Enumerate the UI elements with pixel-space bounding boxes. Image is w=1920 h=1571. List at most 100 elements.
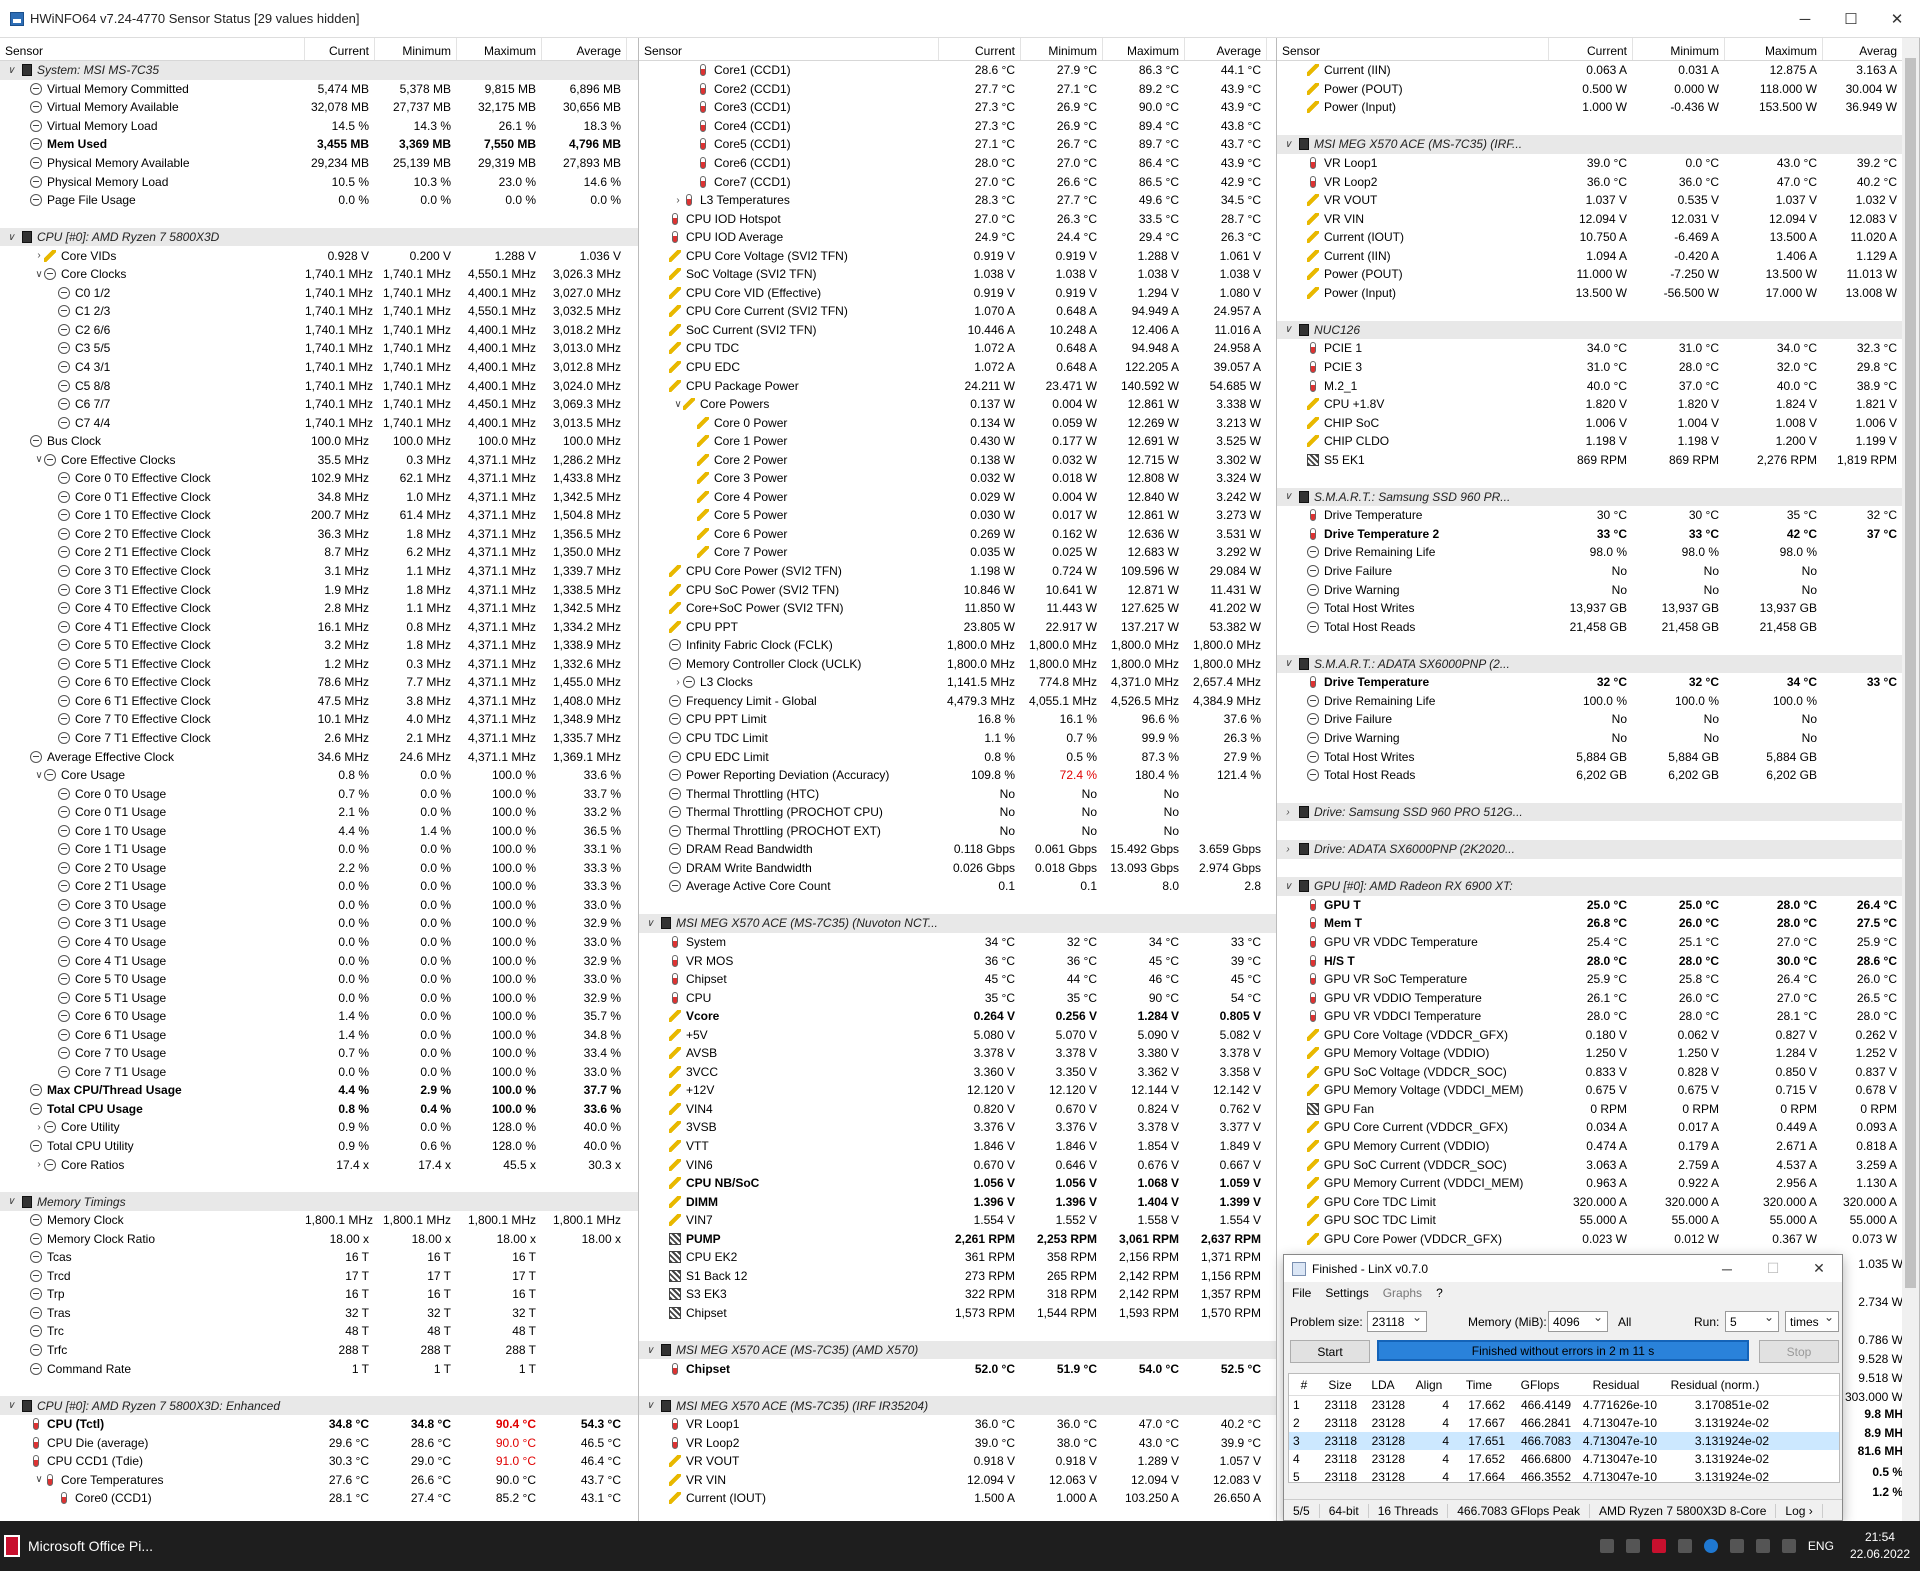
sensor-row-gpu-vr-vddci-temperature[interactable]: GPU VR VDDCI Temperature 28.0 °C 28.0 °C 28…: [1277, 1007, 1919, 1026]
collapse-chevron-icon[interactable]: ∨: [1283, 324, 1293, 335]
collapse-chevron-icon[interactable]: ∨: [645, 1345, 655, 1356]
sensor-row-c4-3-1[interactable]: C4 3/1 1,740.1 MHz 1,740.1 MHz 4,400.1 MHz 3…: [0, 358, 638, 377]
current-column-header[interactable]: Current: [305, 38, 375, 60]
sensor-row-core-ratios[interactable]: › Core Ratios 17.4 x 17.4 x 45.5 x 30.3 x: [0, 1155, 638, 1174]
results-row[interactable]: 4 23118 23128 4 17.652 466.6800 4.713047e-10 3.…: [1289, 1450, 1839, 1468]
sensor-row-cpu-edc-limit[interactable]: CPU EDC Limit 0.8 % 0.5 % 87.3 % 27.9 %: [639, 747, 1276, 766]
linx-close-button[interactable]: ✕: [1796, 1255, 1842, 1282]
sensor-row-l3-temperatures[interactable]: › L3 Temperatures 28.3 °C 27.7 °C 49.6 °C 34.…: [639, 191, 1276, 210]
sensor-row-power-input[interactable]: Power (Input) 13.500 W -56.500 W 17.000 W 13…: [1277, 284, 1919, 303]
sensor-panel-2[interactable]: Sensor Current Minimum Maximum Average C…: [639, 38, 1277, 1521]
collapse-chevron-icon[interactable]: ∨: [645, 1400, 655, 1411]
sensor-row-physical-memory-available[interactable]: Physical Memory Available 29,234 MB 25,139…: [0, 154, 638, 173]
sensor-row-mem-t[interactable]: Mem T 26.8 °C 26.0 °C 28.0 °C 27.5 °C: [1277, 914, 1919, 933]
sensor-row-core-0-t1-effective-clock[interactable]: Core 0 T1 Effective Clock 34.8 MHz 1.0 MHz…: [0, 488, 638, 507]
sensor-row-cpu-core-vid-effective[interactable]: CPU Core VID (Effective) 0.919 V 0.919 V 1.…: [639, 284, 1276, 303]
sensor-row-virtual-memory-load[interactable]: Virtual Memory Load 14.5 % 14.3 % 26.1 % 18.…: [0, 117, 638, 136]
sensor-row-current-iin[interactable]: Current (IIN) 0.063 A 0.031 A 12.875 A 3.163…: [1277, 61, 1919, 80]
memory-select[interactable]: 4096: [1548, 1310, 1608, 1332]
sensor-row-chipset[interactable]: Chipset 1,573 RPM 1,544 RPM 1,593 RPM 1,570 …: [639, 1304, 1276, 1323]
sensor-row-core-3-t0-effective-clock[interactable]: Core 3 T0 Effective Clock 3.1 MHz 1.1 MHz 4…: [0, 562, 638, 581]
expand-chevron-icon[interactable]: ›: [1283, 807, 1293, 818]
collapse-chevron-icon[interactable]: ∨: [6, 1400, 16, 1411]
sensor-row-core-4-t1-usage[interactable]: Core 4 T1 Usage 0.0 % 0.0 % 100.0 % 32.9 %: [0, 951, 638, 970]
sensor-row-cpu-ek2[interactable]: CPU EK2 361 RPM 358 RPM 2,156 RPM 1,371 RPM: [639, 1248, 1276, 1267]
run-count-select[interactable]: 5: [1725, 1310, 1779, 1332]
minimum-column-header[interactable]: Minimum: [1633, 38, 1725, 60]
sensor-row-chipset[interactable]: Chipset 45 °C 44 °C 46 °C 45 °C: [639, 970, 1276, 989]
results-column-header[interactable]: LDA: [1361, 1378, 1409, 1392]
sensor-row-physical-memory-load[interactable]: Physical Memory Load 10.5 % 10.3 % 23.0 % 14…: [0, 172, 638, 191]
sensor-group-header[interactable]: ∨ S.M.A.R.T.: ADATA SX6000PNP (2...: [1277, 654, 1919, 674]
sensor-row-avsb[interactable]: AVSB 3.378 V 3.378 V 3.380 V 3.378 V: [639, 1044, 1276, 1063]
sensor-row-vr-vin[interactable]: VR VIN 12.094 V 12.063 V 12.094 V 12.083 V: [639, 1471, 1276, 1490]
sensor-row-gpu-vr-vddio-temperature[interactable]: GPU VR VDDIO Temperature 26.1 °C 26.0 °C 27…: [1277, 988, 1919, 1007]
sensor-row-c1-2-3[interactable]: C1 2/3 1,740.1 MHz 1,740.1 MHz 4,550.1 MHz 3…: [0, 302, 638, 321]
taskbar-app-button[interactable]: Microsoft Office Pi...: [0, 1521, 153, 1571]
results-row[interactable]: 2 23118 23128 4 17.667 466.2841 4.713047e-10 3.…: [1289, 1414, 1839, 1432]
sensor-row-cpu-core-power-svi2-tfn[interactable]: CPU Core Power (SVI2 TFN) 1.198 W 0.724 W1…: [639, 562, 1276, 581]
sensor-row-soc-voltage-svi2-tfn[interactable]: SoC Voltage (SVI2 TFN) 1.038 V 1.038 V 1.03…: [639, 265, 1276, 284]
sensor-row-cpu-edc[interactable]: CPU EDC 1.072 A 0.648 A 122.205 A 39.057 A: [639, 358, 1276, 377]
collapse-chevron-icon[interactable]: ∨: [1283, 658, 1293, 669]
sensor-row-pcie-3[interactable]: PCIE 3 31.0 °C 28.0 °C 32.0 °C 29.8 °C: [1277, 358, 1919, 377]
sensor-row-vtt[interactable]: VTT 1.846 V 1.846 V 1.854 V 1.849 V: [639, 1137, 1276, 1156]
input-language[interactable]: ENG: [1808, 1539, 1834, 1553]
results-row[interactable]: 1 23118 23128 4 17.662 466.4149 4.771626e-10 3.…: [1289, 1396, 1839, 1414]
sensor-row-virtual-memory-available[interactable]: Virtual Memory Available 32,078 MB 27,737 …: [0, 98, 638, 117]
sensor-column-header[interactable]: Sensor: [639, 38, 939, 60]
sensor-row-core-6-t1-usage[interactable]: Core 6 T1 Usage 1.4 % 0.0 % 100.0 % 34.8 %: [0, 1025, 638, 1044]
scrollbar-thumb[interactable]: [1905, 58, 1916, 1288]
sensor-row-core6-ccd1[interactable]: Core6 (CCD1) 28.0 °C 27.0 °C 86.4 °C 43.9 °C: [639, 154, 1276, 173]
collapse-chevron-icon[interactable]: ∨: [6, 1196, 16, 1207]
sensor-row-m-2-1[interactable]: M.2_1 40.0 °C 37.0 °C 40.0 °C 38.9 °C: [1277, 376, 1919, 395]
sensor-row-core3-ccd1[interactable]: Core3 (CCD1) 27.3 °C 26.9 °C 90.0 °C 43.9 °C: [639, 98, 1276, 117]
sensor-row-s1-back-12[interactable]: S1 Back 12 273 RPM 265 RPM 2,142 RPM 1,156 R…: [639, 1267, 1276, 1286]
sensor-row-average-active-core-count[interactable]: Average Active Core Count 0.1 0.1 8.0 2.8: [639, 877, 1276, 896]
sensor-row-cpu-die-average[interactable]: CPU Die (average) 29.6 °C 28.6 °C 90.0 °C 46…: [0, 1433, 638, 1452]
sensor-group-header[interactable]: ∨ NUC126: [1277, 320, 1919, 340]
sensor-row-system[interactable]: System 34 °C 32 °C 34 °C 33 °C: [639, 933, 1276, 952]
sensor-row-memory-controller-clock-uclk[interactable]: Memory Controller Clock (UCLK) 1,800.0 MH…: [639, 655, 1276, 674]
sensor-row-core-7-t1-usage[interactable]: Core 7 T1 Usage 0.0 % 0.0 % 100.0 % 33.0 %: [0, 1063, 638, 1082]
expand-chevron-icon[interactable]: ›: [34, 1122, 44, 1133]
sensor-row-gpu-core-power-vddcr-gfx[interactable]: GPU Core Power (VDDCR_GFX) 0.023 W 0.012 W…: [1277, 1229, 1919, 1248]
sensor-row-vin4[interactable]: VIN4 0.820 V 0.670 V 0.824 V 0.762 V: [639, 1100, 1276, 1119]
sensor-group-header[interactable]: ∨ MSI MEG X570 ACE (MS-7C35) (Nuvoton NCT…: [639, 914, 1276, 933]
results-column-header[interactable]: Size: [1323, 1378, 1361, 1392]
sensor-row-gpu-memory-voltage-vddci-mem[interactable]: GPU Memory Voltage (VDDCI_MEM) 0.675 V 0.6…: [1277, 1081, 1919, 1100]
sensor-row-cpu-iod-hotspot[interactable]: CPU IOD Hotspot 27.0 °C 26.3 °C 33.5 °C 28.7…: [639, 209, 1276, 228]
sensor-row-3vsb[interactable]: 3VSB 3.376 V 3.376 V 3.378 V 3.377 V: [639, 1118, 1276, 1137]
sensor-row-core-1-power[interactable]: Core 1 Power 0.430 W 0.177 W 12.691 W 3.525 …: [639, 432, 1276, 451]
sensor-row-drive-remaining-life[interactable]: Drive Remaining Life 100.0 % 100.0 % 100.0 …: [1277, 692, 1919, 711]
sensor-group-header[interactable]: ∨ MSI MEG X570 ACE (MS-7C35) (IRF IR35204…: [639, 1396, 1276, 1415]
sensor-row-cpu-iod-average[interactable]: CPU IOD Average 24.9 °C 24.4 °C 29.4 °C 26.3…: [639, 228, 1276, 247]
sensor-row-core-powers[interactable]: ∨ Core Powers 0.137 W 0.004 W 12.861 W 3.338 …: [639, 395, 1276, 414]
collapse-chevron-icon[interactable]: ∨: [34, 1474, 44, 1485]
sensor-row-cpu-ppt[interactable]: CPU PPT 23.805 W 22.917 W 137.217 W 53.382 W: [639, 617, 1276, 636]
expand-chevron-icon[interactable]: ›: [1283, 844, 1293, 855]
sensor-row-cpu-package-power[interactable]: CPU Package Power 24.211 W 23.471 W 140.592…: [639, 376, 1276, 395]
sensor-row-cpu[interactable]: CPU 35 °C 35 °C 90 °C 54 °C: [639, 988, 1276, 1007]
sensor-row-bus-clock[interactable]: Bus Clock 100.0 MHz 100.0 MHz 100.0 MHz 100.…: [0, 432, 638, 451]
sensor-row-c2-6-6[interactable]: C2 6/6 1,740.1 MHz 1,740.1 MHz 4,400.1 MHz 3…: [0, 321, 638, 340]
sensor-row-vr-vin[interactable]: VR VIN 12.094 V 12.031 V 12.094 V 12.083 V: [1277, 209, 1919, 228]
sensor-row-vr-mos[interactable]: VR MOS 36 °C 36 °C 45 °C 39 °C: [639, 951, 1276, 970]
sensor-row-core-1-t0-effective-clock[interactable]: Core 1 T0 Effective Clock 200.7 MHz 61.4 M…: [0, 506, 638, 525]
sensor-row-virtual-memory-committed[interactable]: Virtual Memory Committed 5,474 MB 5,378 MB…: [0, 80, 638, 99]
collapse-chevron-icon[interactable]: ∨: [1283, 139, 1293, 150]
sensor-row-dram-write-bandwidth[interactable]: DRAM Write Bandwidth 0.026 Gbps 0.018 Gbps…: [639, 859, 1276, 878]
sensor-row-total-host-reads[interactable]: Total Host Reads 21,458 GB 21,458 GB 21,458…: [1277, 617, 1919, 636]
sensor-row-cpu-core-current-svi2-tfn[interactable]: CPU Core Current (SVI2 TFN) 1.070 A 0.648 …: [639, 302, 1276, 321]
sensor-row-drive-temperature-2[interactable]: Drive Temperature 2 33 °C 33 °C 42 °C 37 °C: [1277, 525, 1919, 544]
average-column-header[interactable]: Averag: [1823, 38, 1903, 60]
sensor-row-core-0-t1-usage[interactable]: Core 0 T1 Usage 2.1 % 0.0 % 100.0 % 33.2 %: [0, 803, 638, 822]
sensor-group-header[interactable]: ∨ GPU [#0]: AMD Radeon RX 6900 XT:: [1277, 877, 1919, 896]
collapse-chevron-icon[interactable]: ∨: [34, 454, 44, 465]
sensor-row-core-7-t0-usage[interactable]: Core 7 T0 Usage 0.7 % 0.0 % 100.0 % 33.4 %: [0, 1044, 638, 1063]
sensor-row-core-3-t1-effective-clock[interactable]: Core 3 T1 Effective Clock 1.9 MHz 1.8 MHz 4…: [0, 580, 638, 599]
sensor-row-core-usage[interactable]: ∨ Core Usage 0.8 % 0.0 % 100.0 % 33.6 %: [0, 766, 638, 785]
current-column-header[interactable]: Current: [939, 38, 1021, 60]
collapse-chevron-icon[interactable]: ∨: [645, 918, 655, 929]
sensor-panel-1[interactable]: Sensor Current Minimum Maximum Average ∨…: [0, 38, 639, 1521]
